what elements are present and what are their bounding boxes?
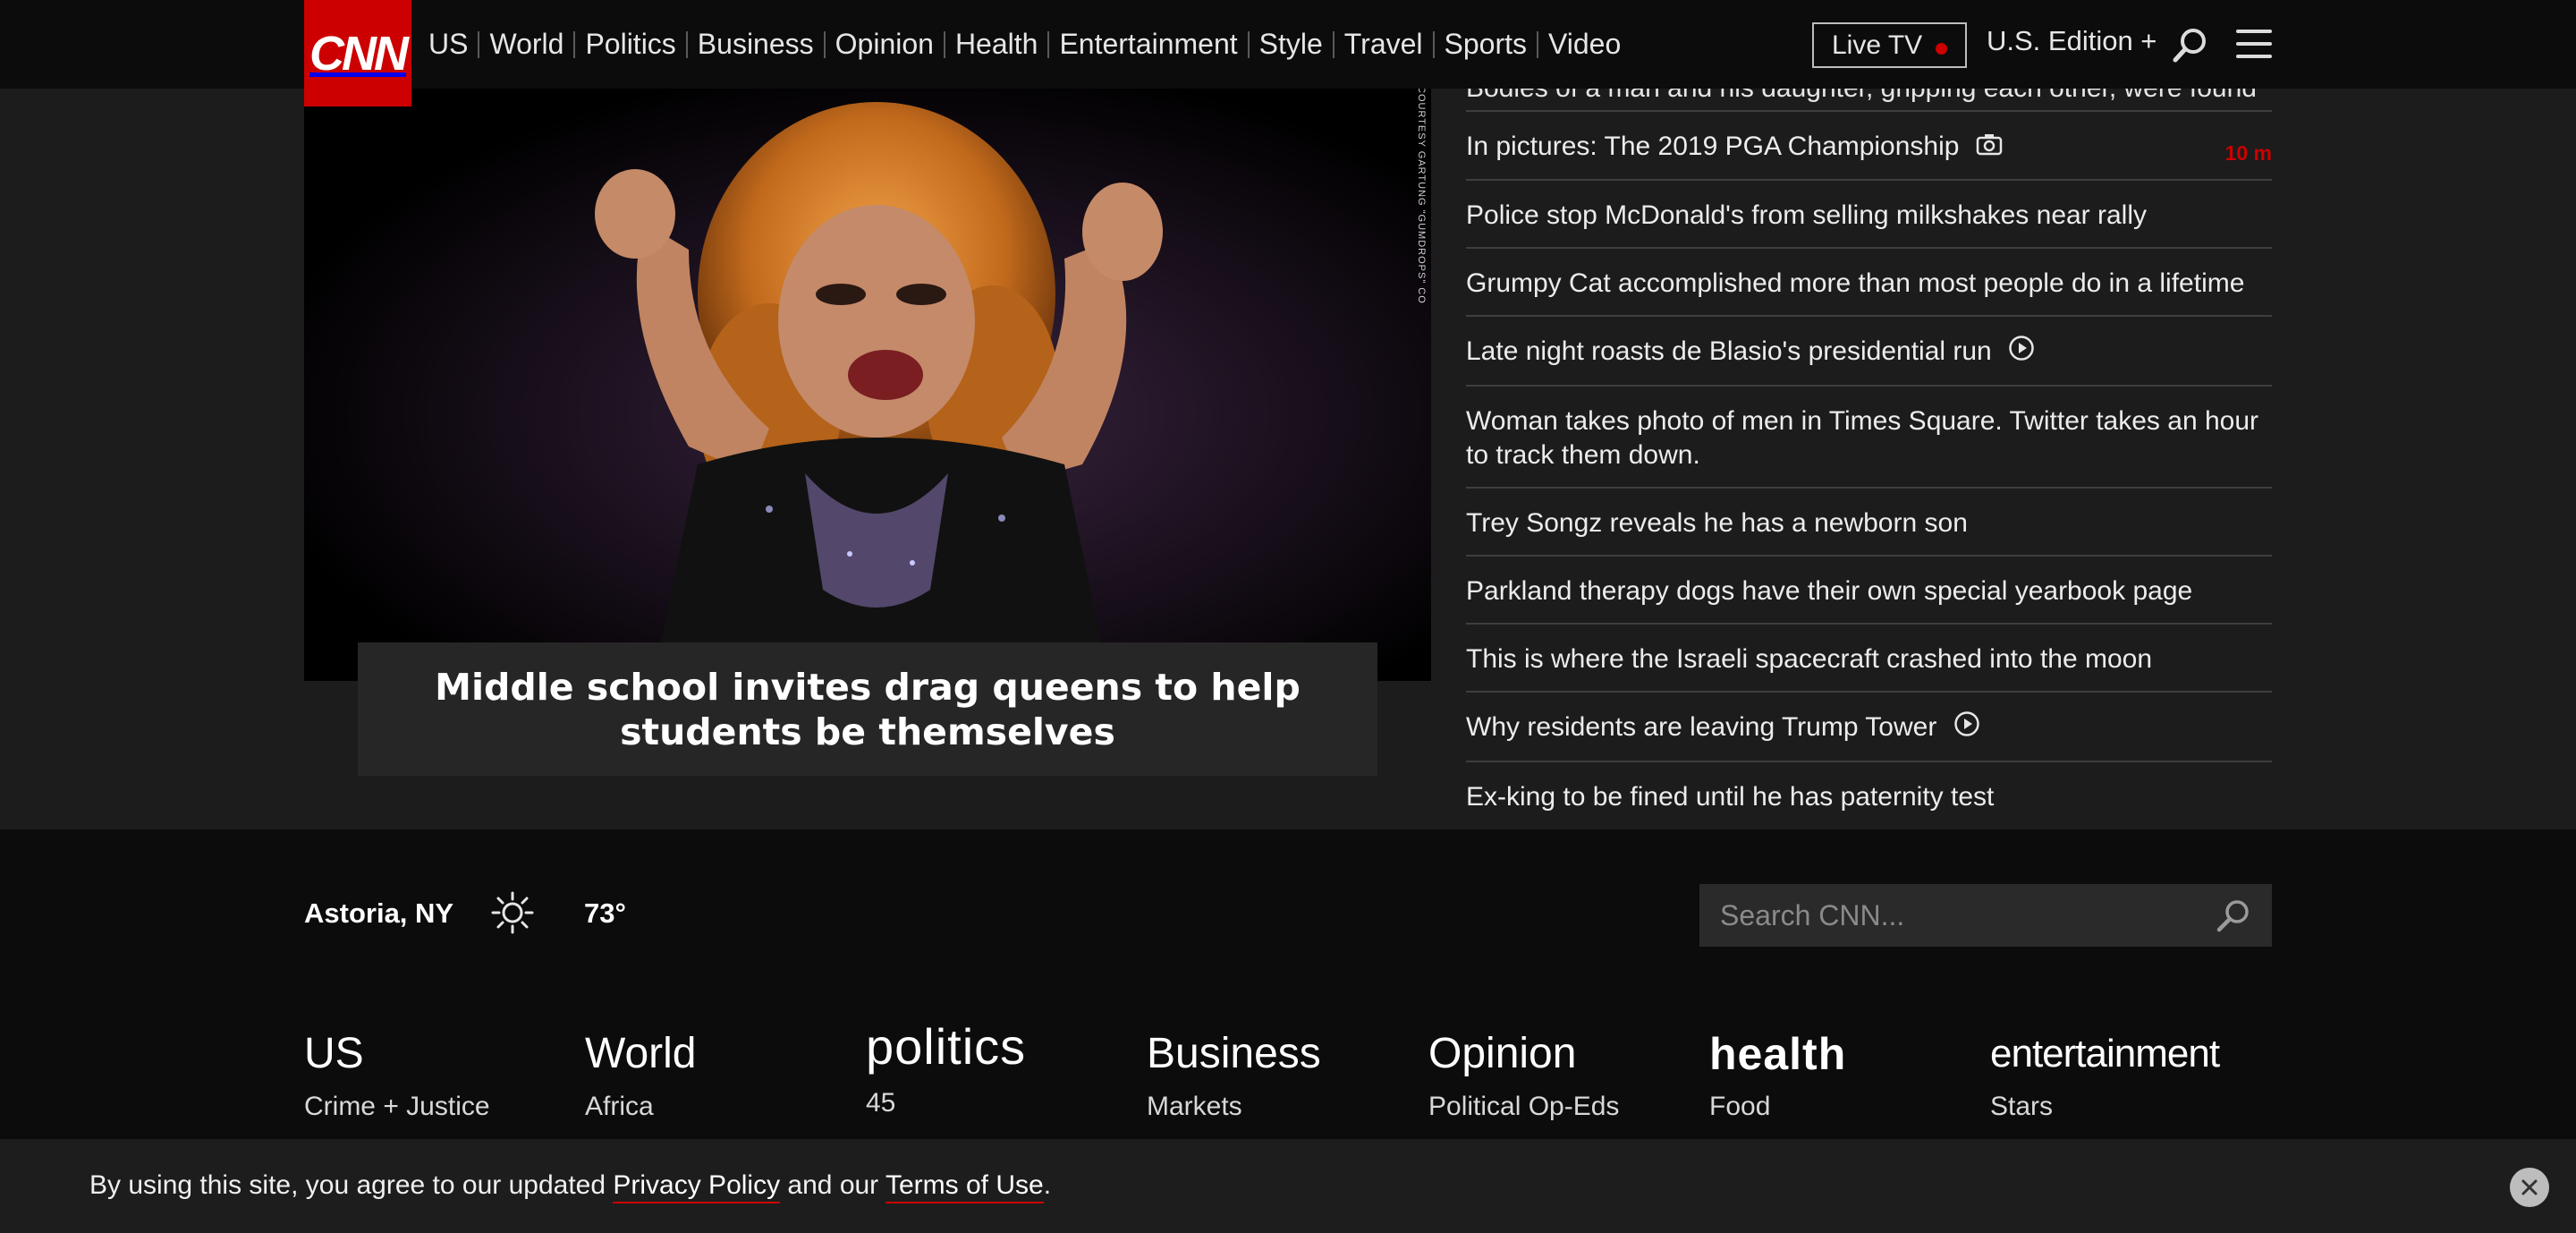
footer-section-entertainment: entertainment Stars xyxy=(1990,1029,2220,1122)
weather-temperature: 73° xyxy=(584,897,626,929)
cookie-suffix: . xyxy=(1043,1170,1052,1200)
nav-separator xyxy=(1047,30,1050,58)
nav-link-world[interactable]: World xyxy=(489,28,564,61)
section-link[interactable]: Africa xyxy=(585,1092,696,1122)
footer-section-politics: politics 45 xyxy=(866,1022,1026,1118)
photo-credit-text: COURTESY GARTUNG "GUMDROPS" CO xyxy=(1416,86,1427,304)
section-title[interactable]: World xyxy=(585,1029,696,1079)
list-item[interactable]: Grumpy Cat accomplished more than most p… xyxy=(1466,249,2272,318)
headline-text: Trey Songz reveals he has a newborn son xyxy=(1466,508,1968,539)
search-icon[interactable] xyxy=(2172,27,2209,69)
logo-text: CNN xyxy=(309,26,409,81)
footer-section-opinion: Opinion Political Op-Eds xyxy=(1428,1029,1619,1122)
live-tv-button[interactable]: Live TV xyxy=(1812,22,1967,68)
weather-widget[interactable]: Astoria, NY 73° xyxy=(304,891,626,934)
list-item[interactable]: Woman takes photo of men in Times Square… xyxy=(1466,387,2272,489)
nav-link-politics[interactable]: Politics xyxy=(585,28,675,61)
footer-search-box xyxy=(1699,884,2272,947)
nav-separator xyxy=(823,30,826,58)
cnn-logo[interactable]: CNN xyxy=(304,0,411,106)
nav-link-sports[interactable]: Sports xyxy=(1445,28,1527,61)
close-icon[interactable] xyxy=(2510,1168,2549,1207)
nav-link-video[interactable]: Video xyxy=(1548,28,1621,61)
list-item[interactable]: This is where the Israeli spacecraft cra… xyxy=(1466,625,2272,693)
list-item[interactable]: In pictures: The 2019 PGA Championship 1… xyxy=(1466,112,2272,182)
section-title[interactable]: Opinion xyxy=(1428,1029,1619,1079)
section-link[interactable]: Stars xyxy=(1990,1092,2219,1122)
headline-text: Grumpy Cat accomplished more than most p… xyxy=(1466,268,2245,299)
nav-separator xyxy=(1247,30,1250,58)
headline-text: This is where the Israeli spacecraft cra… xyxy=(1466,644,2153,675)
list-item-partial[interactable]: Bodies of a man and his daughter, grippi… xyxy=(1466,89,2272,112)
headlines-list: Bodies of a man and his daughter, grippi… xyxy=(1466,89,2272,829)
headline-text: Why residents are leaving Trump Tower xyxy=(1466,712,1937,743)
cookie-banner: By using this site, you agree to our upd… xyxy=(0,1139,2576,1233)
nav-separator xyxy=(1537,30,1538,58)
hero-image[interactable] xyxy=(304,89,1431,681)
list-item[interactable]: Ex-king to be fined until he has paterni… xyxy=(1466,762,2272,829)
section-title[interactable]: politics xyxy=(866,1022,1026,1072)
section-title[interactable]: Business xyxy=(1147,1029,1321,1079)
footer-section-business: Business Markets xyxy=(1147,1029,1321,1122)
section-link[interactable]: Political Op-Eds xyxy=(1428,1092,1619,1122)
photo-credit: COURTESY GARTUNG "GUMDROPS" CO xyxy=(1413,86,1429,304)
privacy-policy-link[interactable]: Privacy Policy xyxy=(613,1170,781,1203)
headline-text: Police stop McDonald's from selling milk… xyxy=(1466,200,2148,231)
nav-separator xyxy=(1332,30,1335,58)
section-title[interactable]: health xyxy=(1709,1029,1846,1079)
nav-separator xyxy=(573,30,576,58)
hero-headline: Middle school invites drag queens to hel… xyxy=(435,665,1301,753)
section-title[interactable]: entertainment xyxy=(1990,1029,2220,1079)
live-tv-label: Live TV xyxy=(1832,30,1923,60)
footer-section-health: health Food xyxy=(1709,1029,1846,1122)
section-link[interactable]: Crime + Justice xyxy=(304,1092,490,1122)
nav-link-health[interactable]: Health xyxy=(955,28,1038,61)
nav-link-business[interactable]: Business xyxy=(698,28,814,61)
headline-text: Late night roasts de Blasio's presidenti… xyxy=(1466,336,1992,367)
play-icon xyxy=(2008,335,2035,370)
nav-link-entertainment[interactable]: Entertainment xyxy=(1059,28,1237,61)
list-item[interactable]: Why residents are leaving Trump Tower xyxy=(1466,693,2272,763)
footer-section-us: US Crime + Justice xyxy=(304,1029,490,1122)
list-item[interactable]: Late night roasts de Blasio's presidenti… xyxy=(1466,317,2272,387)
footer-section-world: World Africa xyxy=(585,1029,696,1122)
nav-link-opinion[interactable]: Opinion xyxy=(835,28,934,61)
nav-link-us[interactable]: US xyxy=(428,28,468,61)
nav-separator xyxy=(478,30,480,58)
cookie-middle: and our xyxy=(780,1170,886,1200)
section-link[interactable]: Food xyxy=(1709,1092,1846,1122)
timestamp: 10 m xyxy=(2224,141,2272,165)
search-icon[interactable] xyxy=(2215,897,2252,940)
camera-icon xyxy=(1976,131,2003,165)
headline-text: Woman takes photo of men in Times Square… xyxy=(1466,406,2259,471)
nav-links: US World Politics Business Opinion Healt… xyxy=(428,0,1621,89)
list-item[interactable]: Trey Songz reveals he has a newborn son xyxy=(1466,489,2272,557)
section-title[interactable]: US xyxy=(304,1029,490,1079)
live-dot-icon xyxy=(1936,43,1947,55)
headline-text: Parkland therapy dogs have their own spe… xyxy=(1466,576,2193,607)
headline-text: Ex-king to be fined until he has paterni… xyxy=(1466,782,1995,812)
partial-headline-text: Bodies of a man and his daughter, grippi… xyxy=(1466,89,2257,104)
hero-headline-link[interactable]: Middle school invites drag queens to hel… xyxy=(358,642,1377,776)
nav-separator xyxy=(685,30,688,58)
nav-link-style[interactable]: Style xyxy=(1259,28,1323,61)
nav-separator xyxy=(943,30,945,58)
section-link[interactable]: Markets xyxy=(1147,1092,1321,1122)
section-link[interactable]: 45 xyxy=(866,1088,1026,1118)
list-item[interactable]: Police stop McDonald's from selling milk… xyxy=(1466,181,2272,250)
play-icon xyxy=(1953,710,1980,746)
weather-location: Astoria, NY xyxy=(304,897,454,929)
nav-link-travel[interactable]: Travel xyxy=(1344,28,1423,61)
edition-selector[interactable]: U.S. Edition + xyxy=(1987,25,2157,57)
nav-separator xyxy=(1432,30,1435,58)
sun-icon xyxy=(490,890,535,940)
cookie-message: By using this site, you agree to our upd… xyxy=(89,1170,1052,1203)
search-input[interactable] xyxy=(1720,898,2203,932)
list-item[interactable]: Parkland therapy dogs have their own spe… xyxy=(1466,557,2272,625)
cookie-prefix: By using this site, you agree to our upd… xyxy=(89,1170,614,1200)
terms-of-use-link[interactable]: Terms of Use xyxy=(885,1170,1044,1203)
hamburger-menu-icon[interactable] xyxy=(2236,30,2272,59)
headline-text: In pictures: The 2019 PGA Championship xyxy=(1466,132,1960,161)
